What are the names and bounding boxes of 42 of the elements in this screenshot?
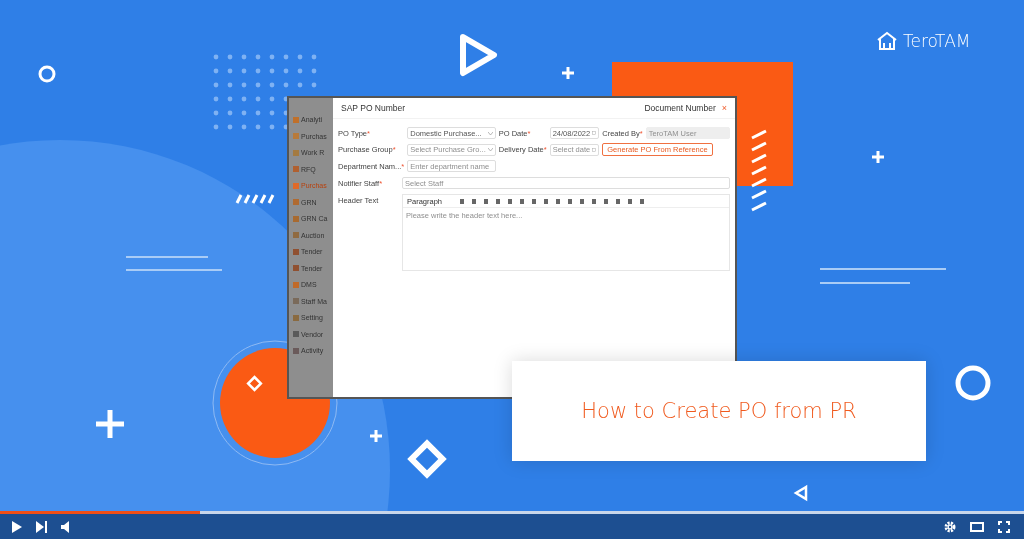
triangle-icon bbox=[793, 484, 808, 502]
menu-icon bbox=[293, 232, 299, 238]
diamond-icon bbox=[246, 375, 263, 392]
stripes-drawing bbox=[235, 193, 275, 205]
menu-icon bbox=[293, 298, 299, 304]
caret-icon bbox=[487, 148, 493, 151]
menu-icon bbox=[293, 265, 299, 271]
close-button[interactable]: × bbox=[721, 103, 727, 113]
next-icon[interactable] bbox=[36, 520, 47, 533]
menu-icon bbox=[293, 347, 299, 354]
house-icon bbox=[876, 31, 898, 51]
play-icon[interactable] bbox=[12, 520, 22, 533]
menu-icon bbox=[293, 314, 299, 321]
settings-icon[interactable] bbox=[944, 520, 956, 533]
menu-icon bbox=[293, 116, 299, 123]
menu-icon bbox=[293, 215, 299, 222]
calendar-icon bbox=[592, 147, 597, 152]
fullscreen-icon[interactable] bbox=[998, 520, 1010, 533]
plus-icon bbox=[368, 428, 384, 444]
plus-icon bbox=[870, 149, 886, 165]
menu-icon bbox=[293, 149, 299, 156]
dialog-title: SAP PO Number bbox=[341, 103, 406, 113]
menu-icon bbox=[293, 331, 299, 337]
menu-icon bbox=[293, 182, 299, 189]
ring-icon bbox=[955, 365, 991, 401]
menu-icon bbox=[293, 281, 299, 288]
video-title: How to Create PO from PR bbox=[581, 399, 857, 423]
diamond-icon bbox=[407, 439, 447, 479]
menu-icon bbox=[293, 199, 299, 205]
menu-icon bbox=[293, 166, 299, 172]
logo-text: TeroTAM bbox=[903, 31, 971, 51]
plus-icon bbox=[93, 407, 127, 441]
plus-icon bbox=[560, 65, 576, 81]
menu-icon bbox=[293, 133, 299, 139]
document-number-label: Document Number bbox=[644, 103, 716, 113]
menu-icon bbox=[293, 248, 299, 255]
theater-icon[interactable] bbox=[970, 521, 984, 532]
volume-icon[interactable] bbox=[61, 520, 71, 533]
caret-icon bbox=[487, 131, 493, 135]
play-icon bbox=[460, 34, 497, 76]
calendar-icon bbox=[592, 131, 597, 135]
ring-icon bbox=[38, 65, 56, 83]
